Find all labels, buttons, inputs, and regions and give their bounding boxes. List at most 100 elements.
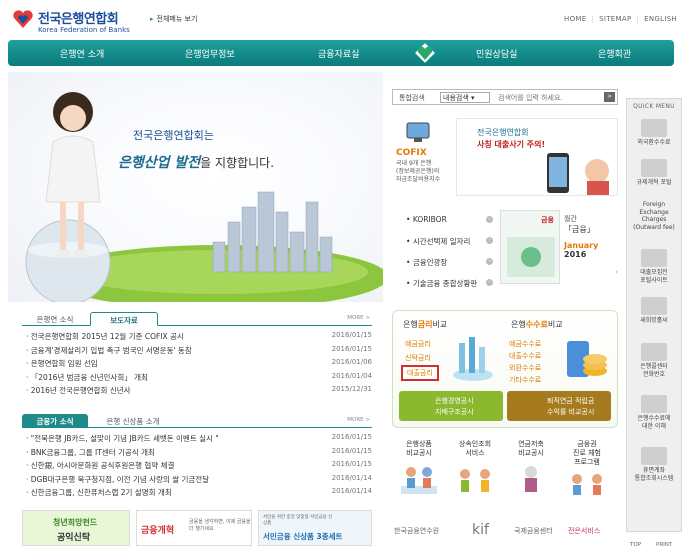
nav-consulting[interactable]: 민원상담실 xyxy=(476,47,517,60)
part-time-job-link[interactable]: • 시간선택제 일자리 › xyxy=(406,236,493,247)
hero-subtitle-rest: 을 지향합니다. xyxy=(200,156,275,170)
nav-banking-info[interactable]: 은행업무정보 xyxy=(185,47,235,60)
nav-about[interactable]: 은행연 소개 xyxy=(60,47,104,60)
nav-financial-data[interactable]: 금융자료실 xyxy=(318,47,359,60)
more-link[interactable]: MORE > xyxy=(347,417,370,423)
quick-dormant-account[interactable]: 휴면계좌 통합조회시스템 xyxy=(629,447,679,482)
deposit-fee-link[interactable]: 예금수수료 xyxy=(509,339,541,349)
banner-title: 서민을 위한 중앙 맞춤형 서민금융 신상품 xyxy=(263,515,333,526)
coins-icon xyxy=(567,341,607,377)
list-item[interactable]: · 신한銀, 아시아문화원 공식후원은행 협약 체결 2016/01/15 xyxy=(26,460,372,474)
fx-fee-link[interactable]: 외환수수료 xyxy=(509,363,541,373)
print-button[interactable]: PRINT xyxy=(656,542,672,548)
other-fee-link[interactable]: 기타수수료 xyxy=(509,375,541,385)
logo-english: Korea Federation of Banks xyxy=(38,26,130,34)
search-button[interactable]: > xyxy=(604,92,615,102)
banner-title: 청년희망펀드 xyxy=(53,518,98,527)
kcif-logo[interactable]: 국제금융센터 xyxy=(514,526,553,536)
logo[interactable]: 전국은행연합회 Korea Federation of Banks xyxy=(12,6,132,38)
family-icon xyxy=(460,469,490,492)
search-type-select[interactable]: 내용검색 ▾ xyxy=(440,92,490,103)
arrow-icon: › xyxy=(486,279,493,286)
product-compare-link[interactable]: 은행상품 비교공시 xyxy=(394,440,444,501)
banner-subtitle: 서민금융 신상품 3종세트 xyxy=(263,532,343,541)
pension-savings-link[interactable]: 연금저축 비교공시 xyxy=(506,440,556,501)
arrow-icon: › xyxy=(486,216,493,223)
list-item[interactable]: · BNK금융그룹, 그룹 IT센터 기공식 개최 2016/01/15 xyxy=(26,447,372,461)
news-tabs-2: 금융가 소식 은행 신상품 소개 MORE > xyxy=(22,414,372,428)
quick-regulation-portal[interactable]: 규제개혁 포털 xyxy=(629,159,679,187)
bankbook-icon xyxy=(641,447,667,465)
sitemap-link[interactable]: SITEMAP xyxy=(599,15,631,23)
hero-subtitle: 은행산업 발전을 지향합니다. xyxy=(118,152,274,172)
kif-logo[interactable]: kif xyxy=(472,522,489,538)
list-item[interactable]: · 은행연합회 임원 선임 2016/01/06 xyxy=(26,358,372,372)
tab-finance-news[interactable]: 금융가 소식 xyxy=(22,414,88,428)
english-link[interactable]: ENGLISH xyxy=(644,15,677,23)
home-link[interactable]: HOME xyxy=(564,15,586,23)
quick-fx-fee[interactable]: 외국환수수료 xyxy=(629,119,679,147)
bank-disclosure-button[interactable]: 은행경영공시 지배구조공시 xyxy=(399,391,503,421)
rate-comparison-panel: 은행금리비교 은행수수료비교 예금금리 신탁금리 대출금리 예금수수료 대출수수… xyxy=(392,310,618,428)
news-list-1: · 전국은행연합회 2015년 12월 기준 COFIX 공시 2016/01/1… xyxy=(26,331,372,399)
tab-kfb-news[interactable]: 은행연 소식 xyxy=(22,312,88,326)
pension-return-button[interactable]: 퇴직연금 적립금 수익률 비교공시 xyxy=(507,391,611,421)
banner-title: 금융개혁 xyxy=(141,526,175,536)
tab-press-release[interactable]: 보도자료 xyxy=(90,312,158,326)
quick-menu-title: QUICK MENU xyxy=(633,103,675,110)
list-item[interactable]: · 신한금융그룹, 신한퓨처스랩 2기 설명회 개최 2016/01/14 xyxy=(26,487,372,501)
deposit-rate-title[interactable]: 은행금리비교 xyxy=(403,319,447,330)
news-panel-2: 금융가 소식 은행 신상품 소개 MORE > · "전북은행 JB카드, 설맞… xyxy=(22,414,372,502)
finance-reform-banner[interactable]: 금융개혁 금융을 생각하면, 이제 금융을 더 챙기세요 xyxy=(136,510,252,546)
tab-new-products[interactable]: 은행 신상품 소개 xyxy=(90,414,176,428)
top-button[interactable]: TOP xyxy=(630,542,641,548)
quick-call-center[interactable]: 은행콜센터 전화번호 xyxy=(629,343,679,378)
heir-inquiry-link[interactable]: 상속인조회 서비스 xyxy=(450,440,500,501)
trust-rate-link[interactable]: 신탁금리 xyxy=(405,353,431,363)
more-link[interactable]: MORE > xyxy=(347,315,370,321)
jeoneun-service-logo[interactable]: 전은서비스 xyxy=(568,526,600,536)
quick-new-hope[interactable]: 새희망홀씨 xyxy=(629,297,679,325)
list-item[interactable]: · 전국은행연합회 2015년 12월 기준 COFIX 공시 2016/01/1… xyxy=(26,331,372,345)
magazine-cover[interactable]: 금융 xyxy=(500,210,560,284)
calculator-icon xyxy=(641,395,667,413)
magazine-info[interactable]: 월간 「금융」 January 2016 › xyxy=(564,214,620,276)
cofix-description: 국내 9개 은행 (정보제공은행)의 자금조달비용지수 xyxy=(396,160,441,183)
nav-bank-hall[interactable]: 은행회관 xyxy=(598,47,631,60)
cofix-link[interactable]: COFIX 국내 9개 은행 (정보제공은행)의 자금조달비용지수 xyxy=(392,118,454,196)
quick-menu: QUICK MENU 외국환수수료 규제개혁 포털 Foreign Exchang… xyxy=(626,98,682,532)
list-item[interactable]: · 「2016년 범금융 신년인사회」 개최 2016/01/04 xyxy=(26,372,372,386)
fraud-warning-banner[interactable]: 전국은행연합회 사칭 대출사기 주의! xyxy=(456,118,618,196)
list-item[interactable]: · DGB대구은행 북구청지점, 이전 기념 사랑의 쌀 기금전달 2016/01… xyxy=(26,474,372,488)
list-item[interactable]: · "전북은행 JB카드, 설맞이 기념 JB카드 세뱃돈 이벤트 실시 " 20… xyxy=(26,433,372,447)
arrow-icon: › xyxy=(486,258,493,265)
quick-fee-guide[interactable]: 은행수수료에 대한 이해 xyxy=(629,395,679,430)
deposit-rate-link[interactable]: 예금금리 xyxy=(405,339,431,349)
all-menu-link[interactable]: ▸ 전체메뉴 보기 xyxy=(150,14,197,24)
headset-icon xyxy=(641,343,667,361)
low-income-product-banner[interactable]: 서민을 위한 중앙 맞춤형 서민금융 신상품 서민금융 신상품 3종세트 xyxy=(258,510,372,546)
finance-square-link[interactable]: • 금융인광장 › xyxy=(406,257,493,268)
fee-compare-title[interactable]: 은행수수료비교 xyxy=(511,319,563,330)
service-links: 은행상품 비교공시 상속인조회 서비스 연금저축 비교공시 금융권 진로 체험 프로그램 xyxy=(392,440,618,510)
news-list-2: · "전북은행 JB카드, 설맞이 기념 JB카드 세뱃돈 이벤트 실시 " 20… xyxy=(26,433,372,501)
cover-art xyxy=(507,237,555,277)
quick-loan-agent[interactable]: 대출모집인 포털사이트 xyxy=(629,249,679,284)
hero-illustration xyxy=(25,92,383,302)
youth-fund-banner[interactable]: 청년희망펀드 공익신탁 xyxy=(22,510,130,546)
list-item[interactable]: · 금융계'경제살리기 입법 촉구 범국민 서명운동' 동참 2016/01/15 xyxy=(26,345,372,359)
search-input[interactable]: 검색어를 입력 하세요. xyxy=(498,93,563,103)
tech-finance-link[interactable]: • 기술금융 종합상황판 › xyxy=(406,278,493,289)
kbi-logo[interactable]: 한국금융연수원 xyxy=(394,526,439,536)
career-program-link[interactable]: 금융권 진로 체험 프로그램 xyxy=(562,440,612,502)
banner-subtitle: 공익신탁 xyxy=(57,533,91,543)
loan-fee-link[interactable]: 대출수수료 xyxy=(509,351,541,361)
cover-title: 금융 xyxy=(541,216,554,224)
chart-glass-icon xyxy=(453,337,493,381)
quick-foreign-exchange[interactable]: Foreign Exchange Charges (Outward fee) xyxy=(629,201,679,231)
list-item[interactable]: · 2016년 전국은행연합회 신년사 2015/12/31 xyxy=(26,385,372,399)
magazine-arrow-icon: › xyxy=(615,268,618,276)
monitor-icon xyxy=(406,122,430,142)
loan-rate-link[interactable]: 대출금리 xyxy=(401,365,439,381)
koribor-link[interactable]: • KORIBOR › xyxy=(406,215,493,224)
